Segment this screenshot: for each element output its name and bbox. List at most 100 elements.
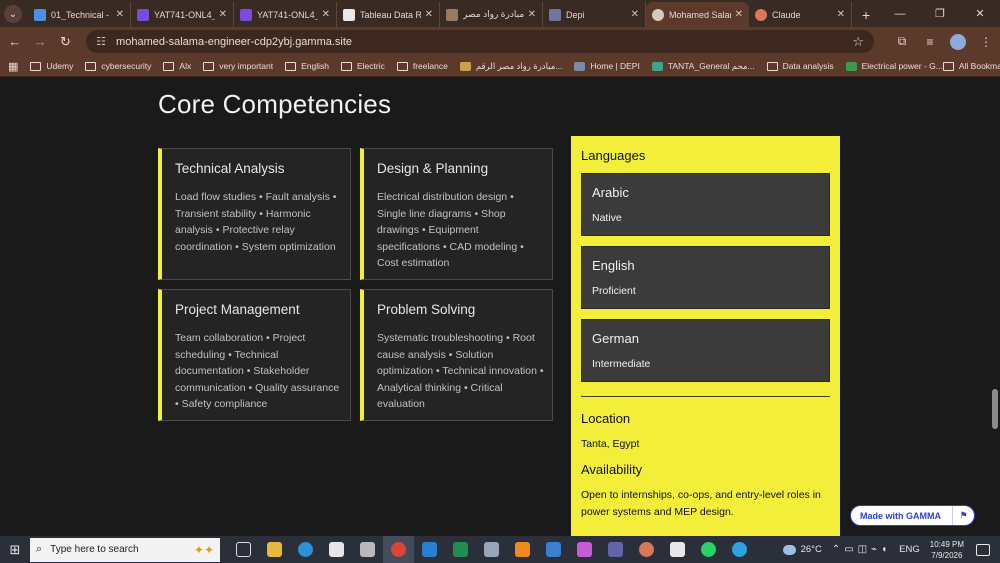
media-controls-icon[interactable]: ≡ xyxy=(916,35,944,49)
bookmark-data-analysis[interactable]: Data analysis xyxy=(766,61,834,71)
site-icon xyxy=(574,61,586,71)
vlc-icon[interactable] xyxy=(507,536,538,563)
bookmark-freelance[interactable]: freelance xyxy=(396,61,448,71)
browser-tab[interactable]: مبادرة رواد مصر ✕ xyxy=(440,2,543,27)
url-text[interactable]: mohamed-salama-engineer-cdp2ybj.gamma.si… xyxy=(116,36,852,48)
keyboard-icon[interactable] xyxy=(476,536,507,563)
bookmark-udemy[interactable]: Udemy xyxy=(30,61,73,71)
minimize-icon[interactable]: — xyxy=(880,8,920,20)
close-tab-icon[interactable]: ✕ xyxy=(528,9,536,20)
bookmark-very-important[interactable]: very important xyxy=(203,61,273,71)
notifications-icon[interactable] xyxy=(976,543,990,556)
language-level: Proficient xyxy=(592,285,636,297)
teams-icon[interactable] xyxy=(600,536,631,563)
weather-widget[interactable]: 26°C xyxy=(782,544,822,555)
back-icon[interactable]: ← xyxy=(4,34,25,49)
site-info-icon[interactable]: ☷ xyxy=(96,35,106,48)
chrome-icon[interactable] xyxy=(383,536,414,563)
site-icon xyxy=(651,61,663,71)
bookmark-cybersecurity[interactable]: cybersecurity xyxy=(85,61,151,71)
claude-icon[interactable] xyxy=(631,536,662,563)
tab-favicon-icon xyxy=(137,8,149,21)
browser-tab[interactable]: YAT741-ONL4_D ✕ xyxy=(234,2,337,27)
browser-tab-active[interactable]: Mohamed Salam ✕ xyxy=(646,2,749,27)
telegram-icon[interactable] xyxy=(724,536,755,563)
bookmark-electric[interactable]: Electric xyxy=(340,61,385,71)
made-with-gamma-badge[interactable]: Made with GAMMA ⚑ xyxy=(850,505,975,526)
task-view-icon[interactable] xyxy=(228,536,259,563)
clock-time: 10:49 PM xyxy=(929,539,964,549)
folder-icon xyxy=(85,61,97,71)
bookmark-alx[interactable]: Alx xyxy=(163,61,191,71)
whatsapp-icon[interactable] xyxy=(693,536,724,563)
tray-icons[interactable]: ⌃▭◫⌁◖ xyxy=(832,544,891,555)
toolbar-actions: ⧉ ≡ ⋮ xyxy=(888,33,1000,50)
photos-icon[interactable] xyxy=(352,536,383,563)
page-scrollbar[interactable] xyxy=(990,77,1000,536)
browser-tab[interactable]: Depi ✕ xyxy=(543,2,646,27)
tab-title: Mohamed Salam xyxy=(669,9,731,20)
store-icon[interactable] xyxy=(321,536,352,563)
bookmark-label: Electrical power - G... xyxy=(861,61,943,71)
bookmark-english[interactable]: English xyxy=(285,61,329,71)
scrollbar-thumb[interactable] xyxy=(992,389,998,429)
site-icon xyxy=(459,61,471,71)
divider xyxy=(581,396,830,397)
address-bar[interactable]: ☷ mohamed-salama-engineer-cdp2ybj.gamma.… xyxy=(86,30,875,53)
mail-icon[interactable] xyxy=(414,536,445,563)
tab-search-icon[interactable]: ⌄ xyxy=(4,5,22,23)
bookmark-tanta-general[interactable]: TANTA_General محم... xyxy=(651,61,755,72)
extensions-icon[interactable]: ⧉ xyxy=(888,34,916,49)
input-language[interactable]: ENG xyxy=(899,544,920,555)
bookmark-star-icon[interactable]: ☆ xyxy=(852,34,864,50)
snipping-tool-icon[interactable] xyxy=(662,536,693,563)
tab-title: YAT741-ONL4_D xyxy=(154,9,215,20)
language-card-german: German Intermediate xyxy=(581,319,830,382)
close-tab-icon[interactable]: ✕ xyxy=(219,9,227,20)
close-tab-icon[interactable]: ✕ xyxy=(735,9,743,20)
forward-icon[interactable]: → xyxy=(29,34,50,49)
new-tab-icon[interactable]: + xyxy=(862,7,870,23)
folder-icon xyxy=(203,61,215,71)
windows-start-icon[interactable]: ⊞ xyxy=(0,542,30,558)
tab-title: YAT741-ONL4_D xyxy=(257,9,318,20)
close-tab-icon[interactable]: ✕ xyxy=(631,9,639,20)
bookmark-depi[interactable]: Home | DEPI xyxy=(574,61,640,71)
close-tab-icon[interactable]: ✕ xyxy=(116,9,124,20)
browser-tab[interactable]: Tableau Data Re ✕ xyxy=(337,2,440,27)
close-tab-icon[interactable]: ✕ xyxy=(425,9,433,20)
page-title: Core Competencies xyxy=(158,89,392,119)
clock[interactable]: 10:49 PM 7/9/2026 xyxy=(930,539,964,561)
browser-tab[interactable]: Claude ✕ xyxy=(749,2,852,27)
remote-desktop-icon[interactable] xyxy=(538,536,569,563)
competency-card-design-planning: Design & Planning Electrical distributio… xyxy=(360,148,553,280)
excel-icon[interactable] xyxy=(445,536,476,563)
close-window-icon[interactable]: ✕ xyxy=(960,7,1000,20)
menu-icon[interactable]: ⋮ xyxy=(972,35,1000,49)
copilot-icon[interactable] xyxy=(569,536,600,563)
restore-icon[interactable]: ❐ xyxy=(920,7,960,20)
file-explorer-icon[interactable] xyxy=(259,536,290,563)
language-name: Arabic xyxy=(592,185,629,200)
page-viewport: Core Competencies Technical Analysis Loa… xyxy=(0,77,1000,536)
close-tab-icon[interactable]: ✕ xyxy=(837,9,845,20)
system-tray: 26°C ⌃▭◫⌁◖ ENG 10:49 PM 7/9/2026 xyxy=(782,536,1000,563)
taskbar-search[interactable]: ⌕ Type here to search ✦✦ xyxy=(30,537,220,562)
flag-icon[interactable]: ⚑ xyxy=(952,506,974,525)
tab-title: Depi xyxy=(566,9,585,20)
bookmark-label: Data analysis xyxy=(782,61,834,71)
profile-avatar[interactable] xyxy=(950,33,967,50)
folder-icon xyxy=(396,61,408,71)
bookmark-electrical-power[interactable]: Electrical power - G... xyxy=(845,61,943,71)
card-title: Project Management xyxy=(175,302,300,317)
reload-icon[interactable]: ↻ xyxy=(55,34,76,50)
card-text: Systematic troubleshooting • Root cause … xyxy=(377,332,544,410)
edge-icon[interactable] xyxy=(290,536,321,563)
close-tab-icon[interactable]: ✕ xyxy=(322,9,330,20)
browser-tab[interactable]: 01_Technical - C ✕ xyxy=(28,2,131,27)
all-bookmarks[interactable]: All Bookmarks xyxy=(942,61,1000,71)
browser-tab[interactable]: YAT741-ONL4_D ✕ xyxy=(131,2,234,27)
apps-grid-icon[interactable]: ▦ xyxy=(8,60,18,73)
bookmark-label: مبادرة رواد مصر الرقم... xyxy=(475,60,563,71)
bookmark-rowad-misr[interactable]: مبادرة رواد مصر الرقم... xyxy=(459,60,563,72)
